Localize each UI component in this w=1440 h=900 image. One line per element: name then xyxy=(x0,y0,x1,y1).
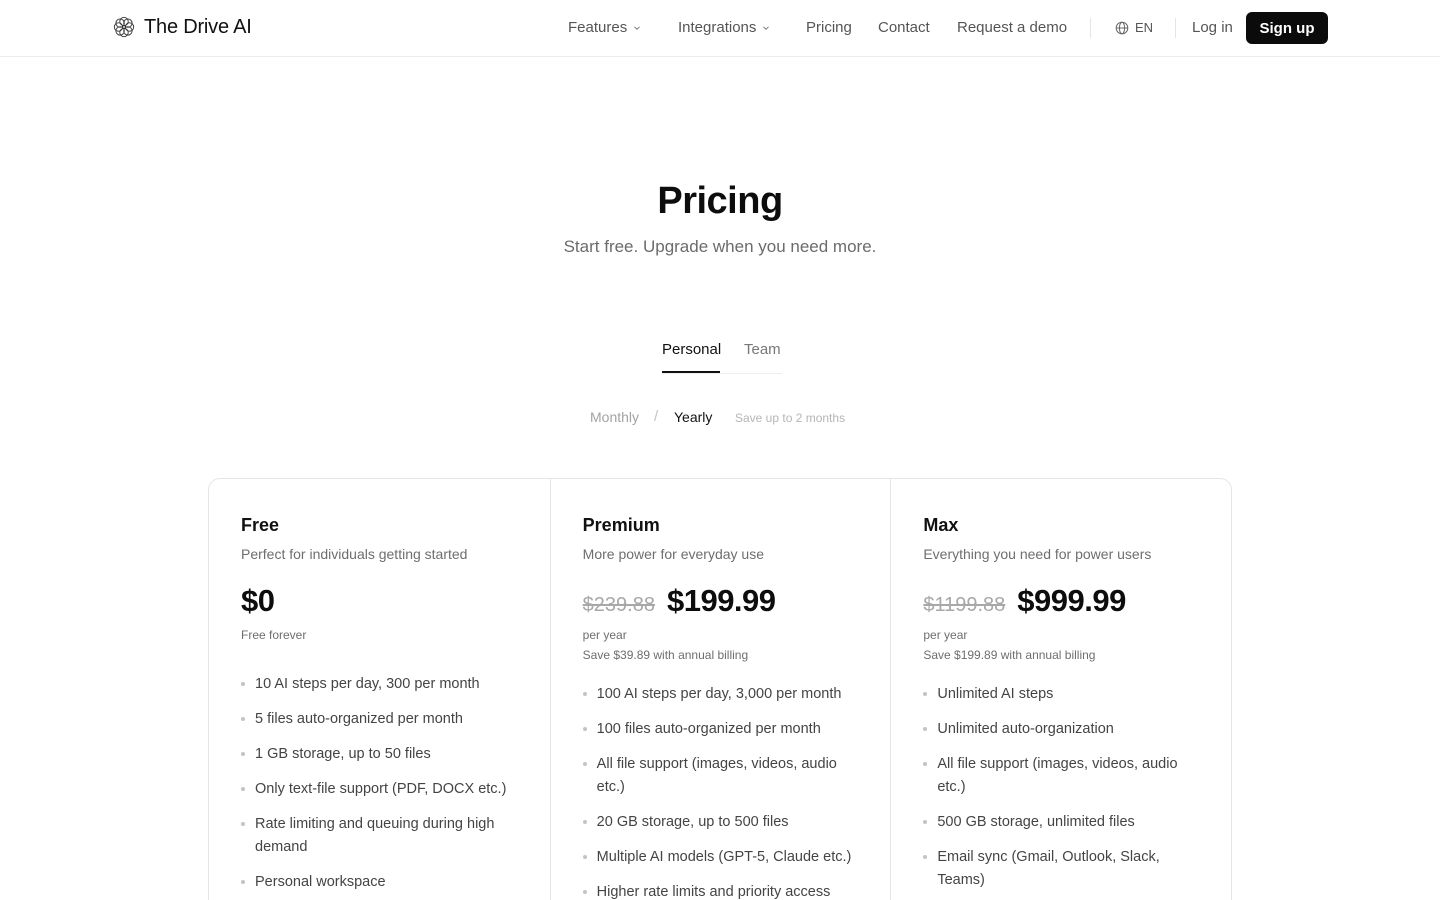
plan-price-row: $1199.88 $999.99 xyxy=(923,583,1199,621)
plan-savings: Save $199.89 with annual billing xyxy=(923,648,1096,662)
billing-yearly-option[interactable]: Yearly xyxy=(674,409,712,425)
plan-name: Premium xyxy=(582,515,660,535)
plan-price: $0 xyxy=(241,583,275,618)
plan-original-price: $239.88 xyxy=(582,594,655,616)
plan-card-premium: Premium More power for everyday use $239… xyxy=(549,479,891,900)
login-link[interactable]: Log in xyxy=(1192,19,1233,36)
plan-description: More power for everyday use xyxy=(582,546,764,562)
plan-price-row: $0 xyxy=(241,583,518,621)
plan-type-tabs: Personal Team xyxy=(662,340,782,374)
plan-description: Perfect for individuals getting started xyxy=(241,546,468,562)
feature-item: All file support (images, videos, audio … xyxy=(582,753,859,799)
language-selector[interactable]: EN xyxy=(1115,20,1153,35)
feature-item: Multiple AI models (GPT-5, Claude etc.) xyxy=(582,846,859,869)
plan-period: per year xyxy=(582,628,627,642)
chevron-down-icon xyxy=(763,25,770,30)
feature-item: Only text-file support (PDF, DOCX etc.) xyxy=(241,778,518,801)
feature-item: Higher rate limits and priority access xyxy=(582,881,859,900)
nav-divider xyxy=(1175,18,1176,38)
nav-pricing[interactable]: Pricing xyxy=(806,19,852,36)
plan-features-list: 100 AI steps per day, 3,000 per month 10… xyxy=(582,683,859,900)
plan-features-list: Unlimited AI steps Unlimited auto-organi… xyxy=(923,683,1199,892)
feature-item: 10 AI steps per day, 300 per month xyxy=(241,673,518,696)
signup-button[interactable]: Sign up xyxy=(1246,12,1328,44)
brand-logo-link[interactable]: The Drive AI xyxy=(112,15,252,39)
feature-item: 500 GB storage, unlimited files xyxy=(923,811,1199,834)
plan-card-free: Free Perfect for individuals getting sta… xyxy=(209,479,550,900)
feature-item: 20 GB storage, up to 500 files xyxy=(582,811,859,834)
page-subtitle: Start free. Upgrade when you need more. xyxy=(563,237,877,256)
plan-price-row: $239.88 $199.99 xyxy=(583,583,859,621)
plan-price: $199.99 xyxy=(666,583,776,618)
tab-team[interactable]: Team xyxy=(744,341,781,358)
pricing-cards: Free Perfect for individuals getting sta… xyxy=(208,478,1232,900)
brand-name: The Drive AI xyxy=(144,15,252,38)
nav-request-demo-label: Request a demo xyxy=(957,19,1068,36)
plan-savings: Save $39.89 with annual billing xyxy=(582,648,749,662)
nav-request-demo[interactable]: Request a demo xyxy=(957,19,1067,36)
nav-features-label: Features xyxy=(568,19,628,36)
flower-logo-icon xyxy=(113,16,135,38)
billing-save-note: Save up to 2 months xyxy=(735,411,846,425)
plan-original-price: $1199.88 xyxy=(923,594,1006,616)
feature-item: 5 files auto-organized per month xyxy=(241,708,518,731)
chevron-down-icon xyxy=(634,25,641,30)
plan-name: Free xyxy=(241,515,280,535)
billing-monthly-option[interactable]: Monthly xyxy=(590,409,639,425)
page-title: Pricing xyxy=(657,180,783,222)
feature-item: All file support (images, videos, audio … xyxy=(923,753,1199,799)
feature-item: Unlimited auto-organization xyxy=(923,718,1199,741)
site-header: The Drive AI Features Integrations Prici… xyxy=(0,0,1440,57)
plan-name: Max xyxy=(923,515,959,535)
plan-card-max: Max Everything you need for power users … xyxy=(890,479,1231,900)
plan-period: Free forever xyxy=(241,628,307,642)
nav-integrations-label: Integrations xyxy=(678,19,757,36)
language-label: EN xyxy=(1135,20,1154,35)
plan-period: per year xyxy=(923,628,968,642)
plan-price: $999.99 xyxy=(1017,583,1126,618)
feature-item: 1 GB storage, up to 50 files xyxy=(241,743,518,766)
feature-item: Email sync (Gmail, Outlook, Slack, Teams… xyxy=(923,846,1199,892)
billing-toggle: Monthly / Yearly Save up to 2 months xyxy=(0,408,1440,429)
feature-item: Unlimited AI steps xyxy=(923,683,1199,706)
tab-personal[interactable]: Personal xyxy=(662,341,721,358)
nav-features[interactable]: Features xyxy=(568,19,641,36)
feature-item: 100 AI steps per day, 3,000 per month xyxy=(582,683,859,706)
feature-item: Rate limiting and queuing during high de… xyxy=(241,813,518,859)
billing-separator: / xyxy=(654,408,659,425)
nav-contact[interactable]: Contact xyxy=(878,19,930,36)
feature-item: Personal workspace xyxy=(241,871,518,894)
nav-integrations[interactable]: Integrations xyxy=(678,19,770,36)
globe-icon xyxy=(1115,21,1129,34)
nav-pricing-label: Pricing xyxy=(806,19,852,36)
nav-divider xyxy=(1090,18,1091,38)
nav-contact-label: Contact xyxy=(878,19,930,36)
plan-description: Everything you need for power users xyxy=(923,546,1152,562)
feature-item: 100 files auto-organized per month xyxy=(582,718,859,741)
plan-features-list: 10 AI steps per day, 300 per month 5 fil… xyxy=(241,673,518,894)
active-tab-indicator xyxy=(662,371,720,373)
